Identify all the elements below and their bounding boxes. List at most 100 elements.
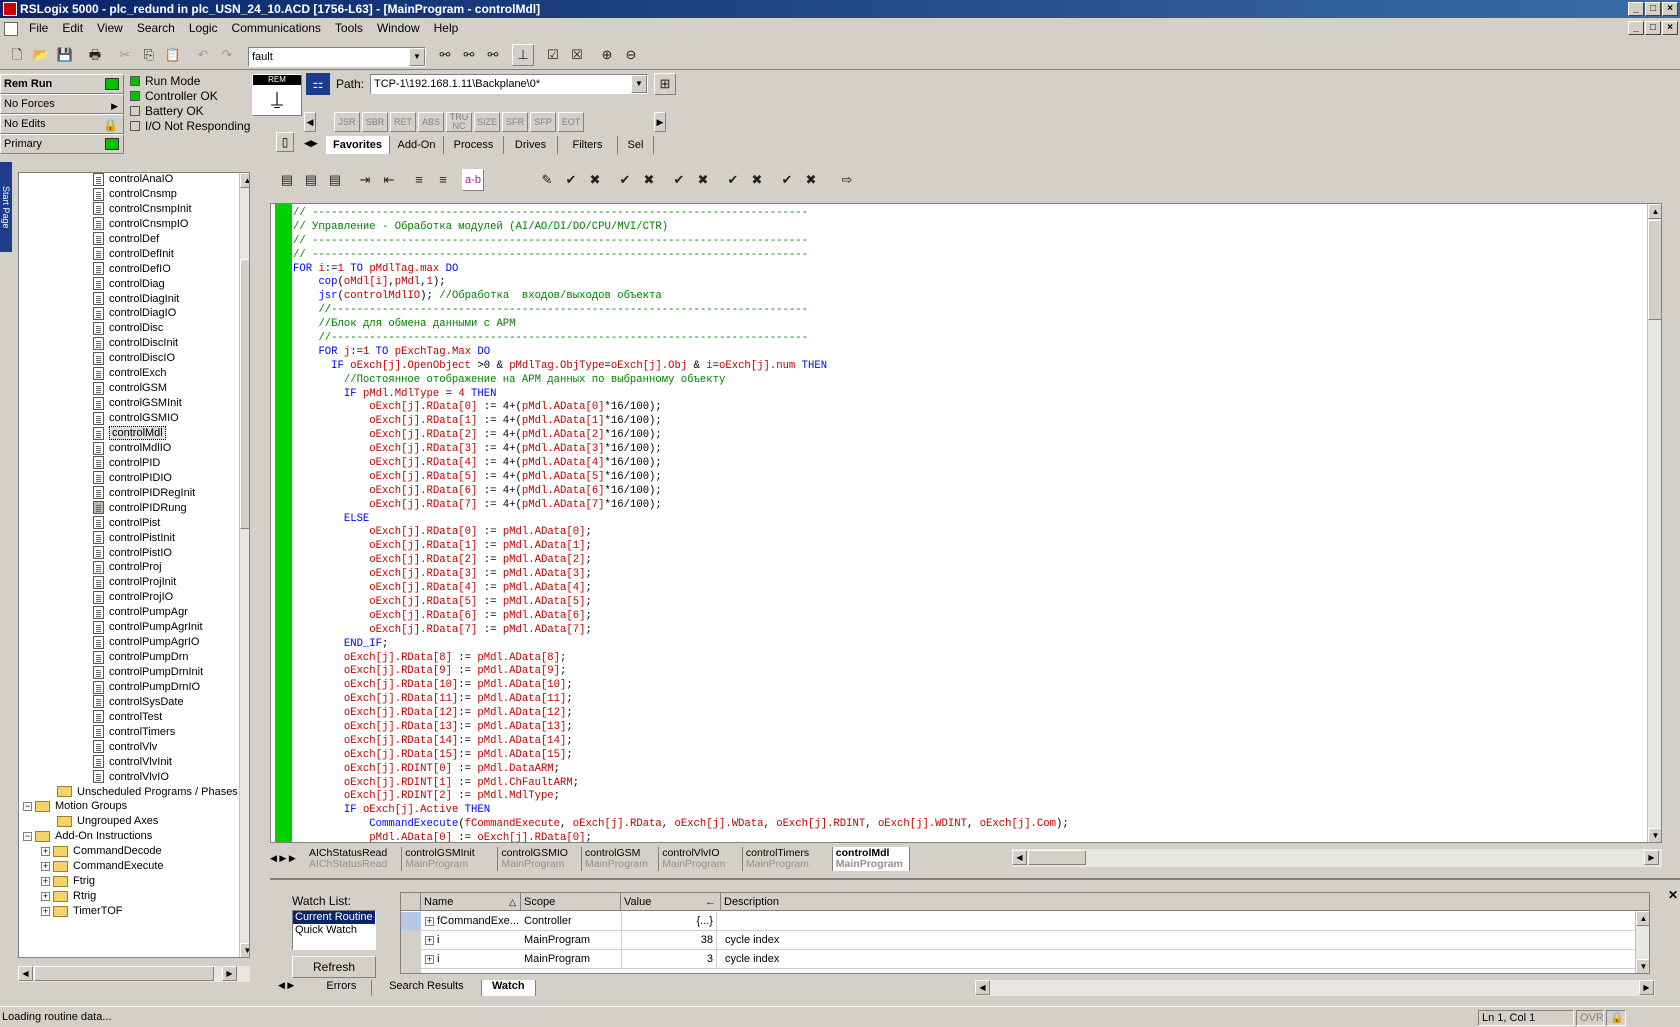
close-watch-icon[interactable]: ✕ [1668, 888, 1678, 902]
expand-icon[interactable]: + [41, 907, 50, 916]
edit-tags-icon[interactable]: ▤ [300, 169, 322, 191]
bottom-tab-scroll[interactable]: ◀ ▶ [278, 980, 308, 996]
scroll-up-icon[interactable]: ▲ [240, 173, 250, 188]
expand-icon[interactable]: + [425, 936, 434, 945]
scroll-up-icon[interactable]: ▲ [1648, 204, 1662, 219]
tree-item-routine[interactable]: controlPumpDrn [93, 649, 188, 665]
tree-item-routine[interactable]: controlGSM [93, 380, 167, 396]
menu-search[interactable]: Search [130, 18, 182, 38]
instr-button[interactable]: JSR [334, 112, 360, 132]
routine-tab[interactable]: AIChStatusReadAIChStatusRead [306, 847, 402, 871]
print-icon[interactable]: 🖶 [84, 44, 106, 66]
code-line[interactable]: END_IF; [293, 638, 1069, 652]
tree-item-routine[interactable]: controlTimers [93, 724, 175, 740]
tree-item-routine[interactable]: controlPID [93, 455, 160, 471]
code-line[interactable]: oExch[j].RData[5] := 4+(pMdl.AData[5]*16… [293, 471, 1069, 485]
code-line[interactable]: oExch[j].RDINT[2] := pMdl.MdlType; [293, 790, 1069, 804]
code-line[interactable]: oExch[j].RData[8] := pMdl.AData[8]; [293, 652, 1069, 666]
expand-icon[interactable]: + [425, 955, 434, 964]
scroll-right-icon[interactable]: ▶ [222, 966, 237, 981]
tree-item-routine[interactable]: controlCnsmpInit [93, 201, 192, 217]
row-selector[interactable] [401, 950, 421, 969]
quick-watch-option[interactable]: Quick Watch [293, 924, 375, 937]
menu-window[interactable]: Window [370, 18, 427, 38]
row-selector[interactable] [401, 931, 421, 950]
tree-item-routine[interactable]: controlDefIO [93, 261, 171, 277]
tree-item-routine[interactable]: controlProjIO [93, 589, 173, 605]
expand-icon[interactable]: + [41, 847, 50, 856]
instr-button[interactable]: TRU NC [446, 112, 472, 132]
bottom-tab[interactable]: Errors [312, 980, 372, 996]
uncomment-icon[interactable]: ≡ [432, 169, 454, 191]
instr-tab[interactable]: Drives [504, 136, 558, 154]
code-text[interactable]: // -------------------------------------… [293, 207, 1069, 843]
tree-hscrollbar[interactable]: ◀ ▶ [18, 966, 250, 982]
tree-item-routine[interactable]: controlMdlIO [93, 440, 171, 456]
code-line[interactable]: FOR j:=1 TO pExchTag.Max DO [293, 346, 1069, 360]
code-line[interactable]: oExch[j].RData[0] := pMdl.AData[0]; [293, 526, 1069, 540]
edit-properties-icon[interactable]: ▤ [324, 169, 346, 191]
tree-hscroll-thumb[interactable] [34, 966, 214, 981]
code-line[interactable]: oExch[j].RData[6] := pMdl.AData[6]; [293, 610, 1069, 624]
code-line[interactable]: oExch[j].RData[2] := pMdl.AData[2]; [293, 554, 1069, 568]
row-selector[interactable] [401, 912, 421, 931]
new-file-icon[interactable]: 🗋 [6, 44, 28, 66]
tree-item-folder[interactable]: +Rtrig [41, 888, 96, 904]
tree-item-routine[interactable]: controlPistIO [93, 545, 172, 561]
doc-minimize-button[interactable]: _ [1628, 21, 1644, 35]
forces-status[interactable]: No Forces▶ [0, 94, 124, 114]
tree-item-folder[interactable]: −Add-On Instructions [23, 828, 152, 844]
tree-item-routine[interactable]: controlSysDate [93, 694, 184, 710]
minimize-button[interactable]: _ [1628, 2, 1644, 16]
tree-item-folder[interactable]: +TimerTOF [41, 903, 123, 919]
scroll-left-icon[interactable]: ◀ [304, 112, 316, 132]
mode-status[interactable]: Rem Run [0, 74, 124, 94]
menu-help[interactable]: Help [427, 18, 466, 38]
tree-item-routine[interactable]: controlDefInit [93, 246, 174, 262]
tree-item-routine[interactable]: controlPist [93, 515, 160, 531]
code-line[interactable]: oExch[j].RData[0] := 4+(pMdl.AData[0]*16… [293, 401, 1069, 415]
document-icon[interactable] [4, 22, 18, 36]
watch-row[interactable]: +iMainProgram38cycle index [421, 931, 1635, 950]
col-scope[interactable]: Scope [521, 893, 621, 911]
code-line[interactable]: oExch[j].RData[12]:= pMdl.AData[12]; [293, 707, 1069, 721]
st-code-editor[interactable]: // -------------------------------------… [270, 203, 1662, 843]
watch-name[interactable]: +fCommandExe... [425, 912, 519, 931]
bottom-tab[interactable]: Search Results [372, 980, 482, 996]
watch-value[interactable]: 38 [621, 931, 717, 950]
tree-item-routine[interactable]: controlProjInit [93, 574, 176, 590]
copy-icon[interactable]: ⎘ [138, 44, 160, 66]
test-edits-icon[interactable]: ✔ [614, 169, 636, 191]
doc-restore-button[interactable]: □ [1645, 21, 1661, 35]
watch-name[interactable]: +i [425, 950, 519, 969]
maximize-button[interactable]: □ [1645, 2, 1661, 16]
chevron-down-icon[interactable]: ▼ [631, 75, 647, 93]
watch-row[interactable]: +iMainProgram3cycle index [421, 950, 1635, 969]
tree-item-routine[interactable]: controlDiag [93, 276, 165, 292]
watch-hscrollbar[interactable]: ◀ ▶ [975, 980, 1655, 996]
watch-value[interactable]: 3 [621, 950, 717, 969]
search-combo[interactable]: fault ▼ [248, 47, 426, 67]
expand-icon[interactable]: + [41, 877, 50, 886]
routine-tab[interactable]: controlGSMMainProgram [582, 847, 659, 871]
instr-button[interactable]: ABS [418, 112, 444, 132]
tree-item-routine[interactable]: controlCnsmpIO [93, 216, 188, 232]
code-line[interactable]: pMdl.AData[0] := oExch[j].RData[0]; [293, 832, 1069, 843]
tree-item-folder[interactable]: +CommandDecode [41, 843, 162, 859]
discard-edits-icon[interactable]: ✖ [692, 169, 714, 191]
tree-item-routine[interactable]: controlVlvIO [93, 769, 169, 785]
tree-item-routine[interactable]: controlPistInit [93, 530, 175, 546]
scroll-down-icon[interactable]: ▼ [1636, 959, 1650, 974]
scroll-right-icon[interactable]: ▶ [1644, 850, 1659, 865]
code-line[interactable]: oExch[j].RData[3] := pMdl.AData[3]; [293, 568, 1069, 582]
instr-button[interactable]: SBR [362, 112, 388, 132]
code-line[interactable]: oExch[j].RData[15]:= pMdl.AData[15]; [293, 749, 1069, 763]
code-line[interactable]: oExch[j].RData[4] := 4+(pMdl.AData[4]*16… [293, 457, 1069, 471]
accept-edits-icon[interactable]: ✔ [560, 169, 582, 191]
routine-tab[interactable]: controlVlvIOMainProgram [659, 847, 743, 871]
tree-item-routine[interactable]: controlPIDRegInit [93, 485, 195, 501]
instr-tab[interactable]: Sel [618, 136, 654, 154]
code-line[interactable]: IF pMdl.MdlType = 4 THEN [293, 388, 1069, 402]
start-page-tab[interactable]: Start Page [0, 162, 12, 252]
code-line[interactable]: oExch[j].RData[13]:= pMdl.AData[13]; [293, 721, 1069, 735]
